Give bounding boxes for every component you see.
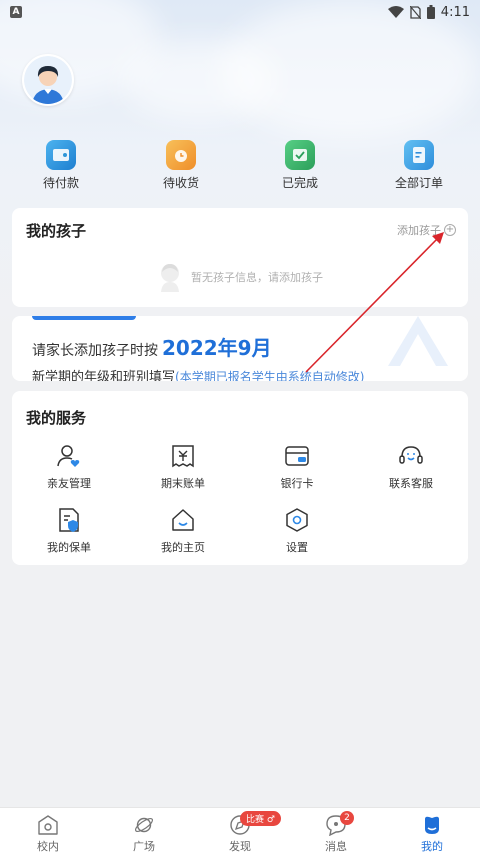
service-family[interactable]: 亲友管理 (12, 443, 126, 491)
grade-notice-banner[interactable]: 请家长添加孩子时按 2022年9月 新学期的年级和班别填写(本学期已报名学生由系… (12, 316, 468, 381)
service-homepage[interactable]: 我的主页 (126, 507, 240, 555)
headset-icon (399, 446, 423, 464)
list-doc-icon (404, 140, 434, 170)
order-all[interactable]: 全部订单 (379, 140, 459, 191)
message-count-badge: 2 (340, 811, 354, 825)
nav-square[interactable]: 广场 (96, 814, 192, 853)
child-placeholder-icon (161, 264, 179, 292)
bank-card-icon (285, 446, 309, 466)
add-child-label: 添加孩子 (397, 224, 441, 237)
plus-circle-icon: + (444, 224, 456, 236)
services-card: 我的服务 亲友管理 期末账单 银行卡 联系客服 我的保单 我的主页 设置 (12, 391, 468, 565)
settings-icon (286, 508, 308, 532)
service-customer-support[interactable]: 联系客服 (354, 443, 468, 491)
banner-prefix: 请家长添加孩子时按 (32, 343, 158, 359)
nav-messages[interactable]: 消息 (288, 814, 384, 853)
status-bar: A 4:11 (0, 0, 480, 24)
banner-date: 2022年9月 (162, 336, 272, 360)
order-shortcuts: 待付款 待收货 已完成 全部订单 (0, 140, 480, 196)
service-settings[interactable]: 设置 (240, 507, 354, 555)
empty-children-placeholder: 暂无孩子信息，请添加孩子 (12, 262, 468, 292)
wallet-icon (46, 140, 76, 170)
service-bank-card[interactable]: 银行卡 (240, 443, 354, 491)
app-notification-icon: A (10, 6, 22, 18)
check-box-icon (285, 140, 315, 170)
children-card: 我的孩子 添加孩子 + 暂无孩子信息，请添加孩子 (12, 208, 468, 307)
discover-badge: 比赛 ♂ (240, 811, 281, 826)
insurance-icon (59, 508, 79, 532)
empty-children-text: 暂无孩子信息，请添加孩子 (191, 271, 323, 284)
add-child-button[interactable]: 添加孩子 + (397, 222, 456, 238)
banner-main: 新学期的年级和班别填写 (32, 370, 176, 381)
banner-note: (本学期已报名学生由系统自动修改) (175, 370, 365, 381)
children-title: 我的孩子 (26, 222, 87, 240)
home-icon (172, 509, 194, 531)
no-sim-icon (409, 5, 421, 19)
order-pending-payment[interactable]: 待付款 (21, 140, 101, 191)
family-icon (57, 445, 80, 467)
nav-mine[interactable]: 我的 (384, 814, 480, 853)
planet-icon (134, 817, 154, 833)
banner-tab-indicator (32, 316, 136, 320)
clock-box-icon (166, 140, 196, 170)
banner-line-1: 请家长添加孩子时按 2022年9月 (32, 332, 272, 361)
bottom-navigation: 校内 广场 发现 消息 我的 比赛 ♂ 2 (0, 807, 480, 853)
school-icon (38, 815, 58, 835)
status-time: 4:11 (440, 4, 470, 20)
profile-icon (425, 816, 439, 834)
banner-line-2: 新学期的年级和班别填写(本学期已报名学生由系统自动修改) (32, 366, 364, 381)
services-title: 我的服务 (26, 409, 87, 427)
avatar[interactable] (22, 54, 74, 106)
banner-watermark-icon (388, 316, 448, 366)
service-insurance[interactable]: 我的保单 (12, 507, 126, 555)
battery-icon (426, 5, 435, 19)
order-completed[interactable]: 已完成 (260, 140, 340, 191)
order-pending-receipt[interactable]: 待收货 (141, 140, 221, 191)
bill-icon (172, 445, 194, 468)
service-bill[interactable]: 期末账单 (126, 443, 240, 491)
nav-school[interactable]: 校内 (0, 814, 96, 853)
wifi-icon (387, 6, 404, 18)
